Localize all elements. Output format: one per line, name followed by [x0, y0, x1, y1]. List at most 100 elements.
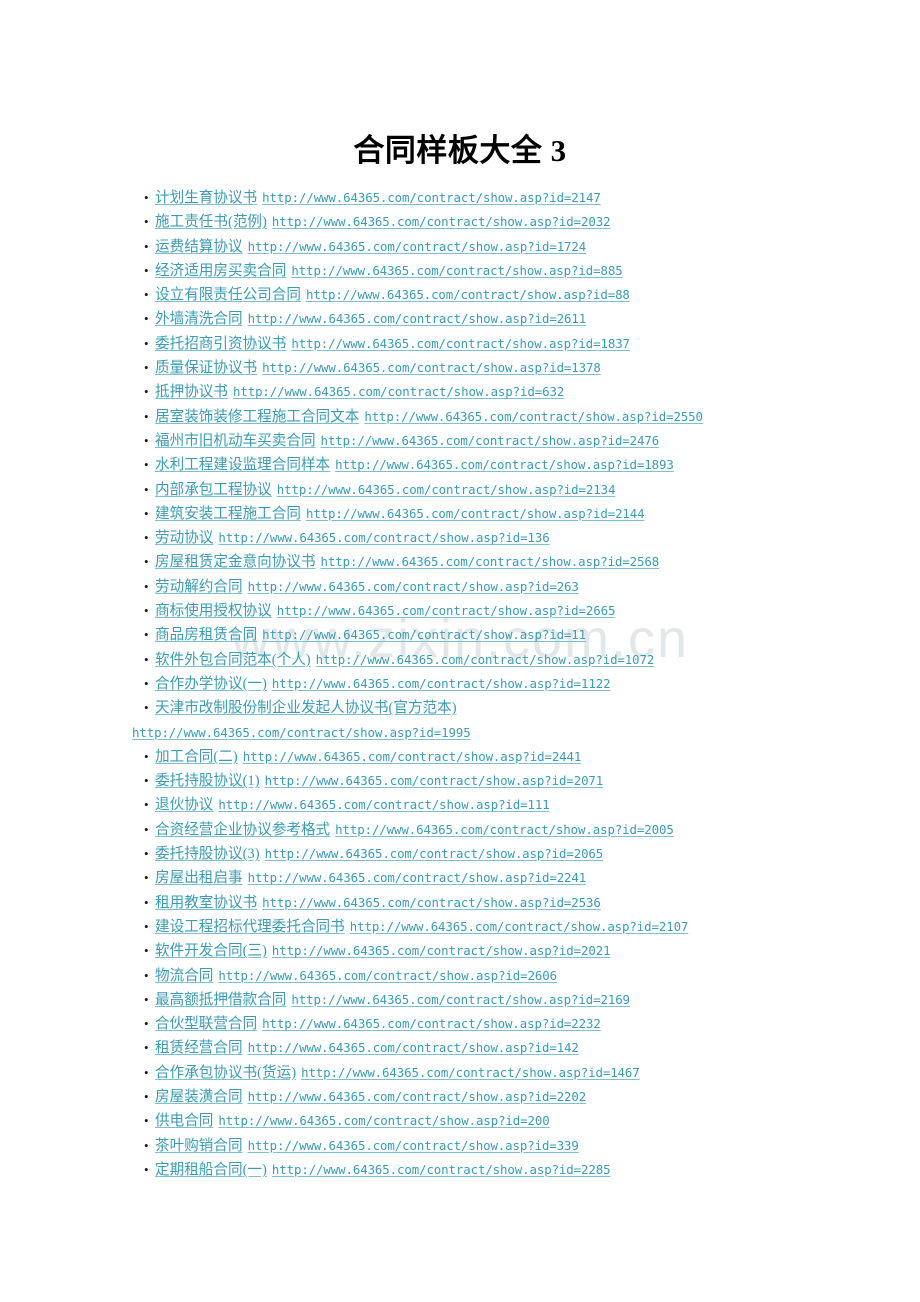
contract-url-link[interactable]: http://www.64365.com/contract/show.asp?i… [272, 1162, 611, 1177]
contract-url-link[interactable]: http://www.64365.com/contract/show.asp?i… [291, 263, 622, 278]
contract-name-link[interactable]: 设立有限责任公司合同 [155, 287, 301, 303]
list-item: • 房屋租赁定金意向协议书 http://www.64365.com/contrac… [132, 550, 832, 574]
contract-url-link[interactable]: http://www.64365.com/contract/show.asp?i… [243, 749, 582, 764]
contract-name-link[interactable]: 合伙型联营合同 [155, 1016, 257, 1032]
contract-url-link[interactable]: http://www.64365.com/contract/show.asp?i… [316, 652, 655, 667]
contract-name-link[interactable]: 委托招商引资协议书 [155, 336, 286, 352]
contract-url-link[interactable]: http://www.64365.com/contract/show.asp?i… [132, 721, 832, 745]
contract-name-link[interactable]: 合资经营企业协议参考格式 [155, 822, 330, 838]
contract-name-link[interactable]: 计划生育协议书 [155, 190, 257, 206]
contract-url-link[interactable]: http://www.64365.com/contract/show.asp?i… [218, 530, 549, 545]
contract-name-link[interactable]: 委托持股协议(1) [155, 773, 260, 789]
contract-name-link[interactable]: 加工合同(二) [155, 749, 238, 765]
contract-url-link[interactable]: http://www.64365.com/contract/show.asp?i… [248, 311, 587, 326]
contract-url-link[interactable]: http://www.64365.com/contract/show.asp?i… [248, 1089, 587, 1104]
contract-url-link[interactable]: http://www.64365.com/contract/show.asp?i… [218, 1113, 549, 1128]
bullet-icon: • [144, 870, 149, 886]
contract-name-link[interactable]: 房屋租赁定金意向协议书 [155, 554, 316, 570]
contract-name-link[interactable]: 商品房租赁合同 [155, 627, 257, 643]
contract-name-link[interactable]: 施工责任书(范例) [155, 214, 267, 230]
list-item: • 计划生育协议书 http://www.64365.com/contract/sh… [132, 186, 832, 210]
bullet-icon: • [144, 748, 149, 764]
contract-name-link[interactable]: 商标使用授权协议 [155, 603, 272, 619]
contract-url-link[interactable]: http://www.64365.com/contract/show.asp?i… [262, 190, 601, 205]
contract-name-link[interactable]: 软件开发合同(三) [155, 943, 267, 959]
contract-name-link[interactable]: 合作承包协议书(货运) [155, 1065, 296, 1081]
contract-url-link[interactable]: http://www.64365.com/contract/show.asp?i… [262, 627, 586, 642]
list-item: • 加工合同(二) http://www.64365.com/contract/sh… [132, 745, 832, 769]
contract-name-link[interactable]: 外墙清洗合同 [155, 311, 243, 327]
bullet-icon: • [144, 457, 149, 473]
list-item: • 软件开发合同(三) http://www.64365.com/contract/… [132, 939, 832, 963]
bullet-icon: • [144, 821, 149, 837]
contract-url-link[interactable]: http://www.64365.com/contract/show.asp?i… [265, 773, 604, 788]
list-item: • 劳动协议 http://www.64365.com/contract/show.… [132, 526, 832, 550]
contract-name-link[interactable]: 租用教室协议书 [155, 895, 257, 911]
list-item: • 天津市改制股份制企业发起人协议书(官方范本) http://www.64365.… [132, 696, 832, 745]
contract-url-link[interactable]: http://www.64365.com/contract/show.asp?i… [248, 1138, 579, 1153]
contract-url-link[interactable]: http://www.64365.com/contract/show.asp?i… [321, 554, 660, 569]
bullet-icon: • [144, 335, 149, 351]
contract-url-link[interactable]: http://www.64365.com/contract/show.asp?i… [335, 457, 674, 472]
page-title: 合同样板大全 3 [353, 132, 567, 168]
contract-name-link[interactable]: 建设工程招标代理委托合同书 [155, 919, 345, 935]
list-item: • 内部承包工程协议 http://www.64365.com/contract/s… [132, 478, 832, 502]
contract-url-link[interactable]: http://www.64365.com/contract/show.asp?i… [291, 336, 630, 351]
contract-name-link[interactable]: 质量保证协议书 [155, 360, 257, 376]
contract-link-list: • 计划生育协议书 http://www.64365.com/contract/sh… [132, 186, 832, 1182]
contract-name-link[interactable]: 最高额抵押借款合同 [155, 992, 286, 1008]
contract-name-link[interactable]: 内部承包工程协议 [155, 482, 272, 498]
contract-url-link[interactable]: http://www.64365.com/contract/show.asp?i… [265, 846, 604, 861]
contract-url-link[interactable]: http://www.64365.com/contract/show.asp?i… [306, 506, 645, 521]
contract-url-link[interactable]: http://www.64365.com/contract/show.asp?i… [277, 603, 616, 618]
contract-name-link[interactable]: 福州市旧机动车买卖合同 [155, 433, 316, 449]
contract-name-link[interactable]: 劳动协议 [155, 530, 213, 546]
contract-url-link[interactable]: http://www.64365.com/contract/show.asp?i… [262, 1016, 601, 1031]
contract-name-link[interactable]: 房屋出租启事 [155, 870, 243, 886]
contract-name-link[interactable]: 茶叶购销合同 [155, 1138, 243, 1154]
list-item: • 委托招商引资协议书 http://www.64365.com/contract/… [132, 332, 832, 356]
contract-name-link[interactable]: 房屋装潢合同 [155, 1089, 243, 1105]
bullet-icon: • [144, 967, 149, 983]
contract-name-link[interactable]: 租赁经营合同 [155, 1040, 243, 1056]
list-item: • 设立有限责任公司合同 http://www.64365.com/contract… [132, 283, 832, 307]
contract-name-link[interactable]: 居室装饰装修工程施工合同文本 [155, 409, 359, 425]
contract-url-link[interactable]: http://www.64365.com/contract/show.asp?i… [350, 919, 689, 934]
contract-url-link[interactable]: http://www.64365.com/contract/show.asp?i… [321, 433, 660, 448]
contract-url-link[interactable]: http://www.64365.com/contract/show.asp?i… [272, 676, 611, 691]
contract-name-link[interactable]: 建筑安装工程施工合同 [155, 506, 301, 522]
bullet-icon: • [144, 1161, 149, 1177]
contract-url-link[interactable]: http://www.64365.com/contract/show.asp?i… [291, 992, 630, 1007]
contract-url-link[interactable]: http://www.64365.com/contract/show.asp?i… [301, 1065, 640, 1080]
contract-name-link[interactable]: 水利工程建设监理合同样本 [155, 457, 330, 473]
contract-name-link[interactable]: 委托持股协议(3) [155, 846, 260, 862]
contract-name-link[interactable]: 经济适用房买卖合同 [155, 263, 286, 279]
contract-url-link[interactable]: http://www.64365.com/contract/show.asp?i… [306, 287, 630, 302]
list-item: • 福州市旧机动车买卖合同 http://www.64365.com/contrac… [132, 429, 832, 453]
bullet-icon: • [144, 554, 149, 570]
contract-url-link[interactable]: http://www.64365.com/contract/show.asp?i… [272, 214, 611, 229]
contract-url-link[interactable]: http://www.64365.com/contract/show.asp?i… [233, 384, 564, 399]
contract-url-link[interactable]: http://www.64365.com/contract/show.asp?i… [218, 797, 549, 812]
contract-url-link[interactable]: http://www.64365.com/contract/show.asp?i… [248, 1040, 579, 1055]
contract-name-link[interactable]: 天津市改制股份制企业发起人协议书(官方范本) [155, 700, 457, 716]
contract-name-link[interactable]: 软件外包合同范本(个人) [155, 652, 311, 668]
contract-name-link[interactable]: 退伙协议 [155, 797, 213, 813]
contract-url-link[interactable]: http://www.64365.com/contract/show.asp?i… [248, 579, 579, 594]
contract-name-link[interactable]: 物流合同 [155, 968, 213, 984]
contract-url-link[interactable]: http://www.64365.com/contract/show.asp?i… [262, 895, 601, 910]
contract-url-link[interactable]: http://www.64365.com/contract/show.asp?i… [262, 360, 601, 375]
contract-url-link[interactable]: http://www.64365.com/contract/show.asp?i… [218, 968, 557, 983]
contract-url-link[interactable]: http://www.64365.com/contract/show.asp?i… [248, 239, 587, 254]
contract-name-link[interactable]: 抵押协议书 [155, 384, 228, 400]
contract-url-link[interactable]: http://www.64365.com/contract/show.asp?i… [277, 482, 616, 497]
contract-url-link[interactable]: http://www.64365.com/contract/show.asp?i… [248, 870, 587, 885]
contract-name-link[interactable]: 运费结算协议 [155, 239, 243, 255]
contract-url-link[interactable]: http://www.64365.com/contract/show.asp?i… [364, 409, 703, 424]
contract-name-link[interactable]: 供电合同 [155, 1113, 213, 1129]
contract-name-link[interactable]: 劳动解约合同 [155, 579, 243, 595]
contract-name-link[interactable]: 合作办学协议(一) [155, 676, 267, 692]
contract-name-link[interactable]: 定期租船合同(一) [155, 1162, 267, 1178]
contract-url-link[interactable]: http://www.64365.com/contract/show.asp?i… [335, 822, 674, 837]
contract-url-link[interactable]: http://www.64365.com/contract/show.asp?i… [272, 943, 611, 958]
